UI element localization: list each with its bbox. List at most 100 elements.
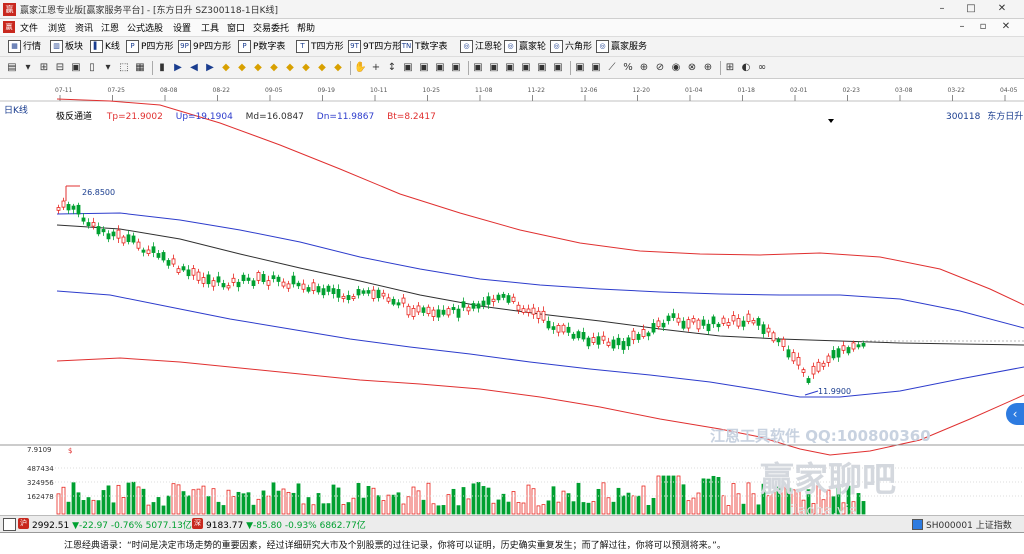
draw-tool-icon[interactable]: ▾ bbox=[22, 62, 34, 74]
menu-item-4[interactable]: 公式选股 bbox=[127, 21, 163, 34]
draw-tool-icon[interactable]: ▣ bbox=[418, 62, 430, 74]
toolbar-button-12[interactable]: ◎ 赢家服务 bbox=[596, 40, 647, 54]
draw-tool-icon[interactable]: ∞ bbox=[756, 62, 768, 74]
draw-tool-icon[interactable]: ▣ bbox=[574, 62, 586, 74]
candle-body bbox=[281, 281, 286, 287]
kline-chart[interactable]: 07-11 07-25 08-08 08-22 09-05 09-19 10-11 10-25… bbox=[0, 79, 1024, 519]
draw-tool-icon[interactable]: ▣ bbox=[504, 62, 516, 74]
status-index-name[interactable]: SH000001 上证指数 bbox=[926, 518, 1012, 531]
draw-tool-icon[interactable]: ↕ bbox=[386, 62, 398, 74]
menu-item-1[interactable]: 浏览 bbox=[48, 21, 66, 34]
toolbar-button-7[interactable]: 9T 9T四方形 bbox=[348, 40, 401, 54]
menu-item-3[interactable]: 江恩 bbox=[101, 21, 119, 34]
draw-tool-icon[interactable]: ▦ bbox=[134, 62, 146, 74]
draw-tool-icon[interactable]: ⊘ bbox=[654, 62, 666, 74]
candle-body bbox=[391, 298, 396, 305]
candle-body bbox=[511, 296, 516, 302]
volume-bar bbox=[591, 501, 596, 515]
draw-tool-icon[interactable]: ▣ bbox=[434, 62, 446, 74]
draw-tool-icon[interactable]: ⟋ bbox=[606, 62, 618, 74]
draw-tool-icon[interactable]: + bbox=[370, 62, 382, 74]
draw-tool-icon[interactable]: ▣ bbox=[450, 62, 462, 74]
menu-item-6[interactable]: 工具 bbox=[201, 21, 219, 34]
close-button[interactable]: ✕ bbox=[994, 1, 1010, 17]
draw-tool-icon[interactable]: ◆ bbox=[316, 62, 328, 74]
draw-tool-icon[interactable]: ▣ bbox=[552, 62, 564, 74]
volume-bar bbox=[371, 487, 376, 515]
draw-tool-icon[interactable]: ◆ bbox=[220, 62, 232, 74]
draw-tool-icon[interactable]: ◐ bbox=[740, 62, 752, 74]
menu-item-9[interactable]: 帮助 bbox=[297, 21, 315, 34]
draw-tool-icon[interactable]: ▣ bbox=[488, 62, 500, 74]
draw-tool-icon[interactable]: ⊕ bbox=[638, 62, 650, 74]
dn-value: Dn=11.9867 bbox=[316, 112, 375, 122]
draw-tool-icon[interactable]: ▣ bbox=[472, 62, 484, 74]
sh-index-quote[interactable]: 2992.51 ▼-22.97 -0.76% 5077.13亿 bbox=[32, 518, 192, 531]
sz-index-quote[interactable]: 9183.77 ▼-85.80 -0.93% 6862.77亿 bbox=[206, 518, 366, 531]
menu-item-7[interactable]: 窗口 bbox=[227, 21, 245, 34]
volume-bar bbox=[111, 502, 116, 515]
draw-tool-icon[interactable]: ▣ bbox=[536, 62, 548, 74]
toolbar-button-11[interactable]: ◎ 六角形 bbox=[550, 40, 592, 54]
draw-tool-icon[interactable]: ◆ bbox=[300, 62, 312, 74]
menu-item-5[interactable]: 设置 bbox=[173, 21, 191, 34]
draw-tool-icon[interactable]: ⊗ bbox=[686, 62, 698, 74]
menu-logo: 赢 bbox=[3, 21, 15, 33]
volume-bar bbox=[686, 500, 691, 515]
draw-tool-icon[interactable]: ▾ bbox=[102, 62, 114, 74]
draw-tool-icon[interactable]: ◀ bbox=[188, 62, 200, 74]
child-restore-button[interactable]: ▫ bbox=[975, 19, 991, 35]
draw-tool-icon[interactable]: ⬚ bbox=[118, 62, 130, 74]
candle-body bbox=[776, 339, 781, 343]
draw-tool-icon[interactable]: ▣ bbox=[520, 62, 532, 74]
menu-item-2[interactable]: 资讯 bbox=[75, 21, 93, 34]
candle-body bbox=[381, 292, 386, 297]
toolbar-button-0[interactable]: ▦ 行情 bbox=[8, 40, 41, 54]
toolbar-button-8[interactable]: TN T数字表 bbox=[400, 40, 448, 54]
volume-bar bbox=[336, 487, 341, 515]
kline-chart-area[interactable]: 07-11 07-25 08-08 08-22 09-05 09-19 10-11 10-25… bbox=[0, 79, 1024, 519]
child-minimize-button[interactable]: – bbox=[954, 19, 970, 35]
minimize-button[interactable]: – bbox=[934, 1, 950, 17]
toolbar-button-4[interactable]: 9P 9P四方形 bbox=[178, 40, 231, 54]
toolbar-button-10[interactable]: ◎ 赢家轮 bbox=[504, 40, 546, 54]
draw-tool-icon[interactable]: ▣ bbox=[590, 62, 602, 74]
draw-tool-icon[interactable]: ⊞ bbox=[38, 62, 50, 74]
toolbar-button-2[interactable]: ▌ K线 bbox=[90, 40, 120, 54]
draw-tool-icon[interactable]: ▤ bbox=[6, 62, 18, 74]
menu-item-0[interactable]: 文件 bbox=[20, 21, 38, 34]
draw-tool-icon[interactable]: ⊟ bbox=[54, 62, 66, 74]
volume-bar bbox=[251, 504, 256, 515]
watermark-logo-text: 赢家聊吧 bbox=[760, 460, 896, 500]
draw-tool-icon[interactable]: ▮ bbox=[156, 62, 168, 74]
side-expand-button[interactable]: ‹ bbox=[1006, 403, 1024, 425]
toolbar-button-9[interactable]: ◎ 江恩轮 bbox=[460, 40, 502, 54]
draw-tool-icon[interactable]: ◆ bbox=[236, 62, 248, 74]
index-grid-icon[interactable] bbox=[3, 518, 16, 531]
draw-tool-icon[interactable]: % bbox=[622, 62, 634, 74]
maximize-button[interactable]: □ bbox=[963, 1, 979, 17]
draw-tool-icon[interactable]: ◆ bbox=[252, 62, 264, 74]
draw-tool-icon[interactable]: ⊕ bbox=[702, 62, 714, 74]
draw-tool-icon[interactable]: ◆ bbox=[332, 62, 344, 74]
draw-tool-icon[interactable]: ✋ bbox=[354, 62, 366, 74]
draw-tool-icon[interactable]: ⊞ bbox=[724, 62, 736, 74]
toolbar-button-3[interactable]: P P四方形 bbox=[126, 40, 173, 54]
draw-tool-icon[interactable]: ◆ bbox=[268, 62, 280, 74]
menu-item-8[interactable]: 交易委托 bbox=[253, 21, 289, 34]
candle-body bbox=[201, 277, 206, 284]
candle-body bbox=[276, 276, 281, 282]
candle-body bbox=[836, 348, 841, 358]
draw-tool-icon[interactable]: ◉ bbox=[670, 62, 682, 74]
draw-tool-icon[interactable]: ▣ bbox=[70, 62, 82, 74]
toolbar-button-1[interactable]: ▥ 板块 bbox=[50, 40, 83, 54]
draw-tool-icon[interactable]: ▶ bbox=[172, 62, 184, 74]
candle-body bbox=[476, 303, 481, 309]
toolbar-button-6[interactable]: T T四方形 bbox=[296, 40, 344, 54]
draw-tool-icon[interactable]: ▶ bbox=[204, 62, 216, 74]
child-close-button[interactable]: ✕ bbox=[998, 19, 1014, 35]
toolbar-button-5[interactable]: P P数字表 bbox=[238, 40, 285, 54]
draw-tool-icon[interactable]: ▯ bbox=[86, 62, 98, 74]
draw-tool-icon[interactable]: ◆ bbox=[284, 62, 296, 74]
draw-tool-icon[interactable]: ▣ bbox=[402, 62, 414, 74]
